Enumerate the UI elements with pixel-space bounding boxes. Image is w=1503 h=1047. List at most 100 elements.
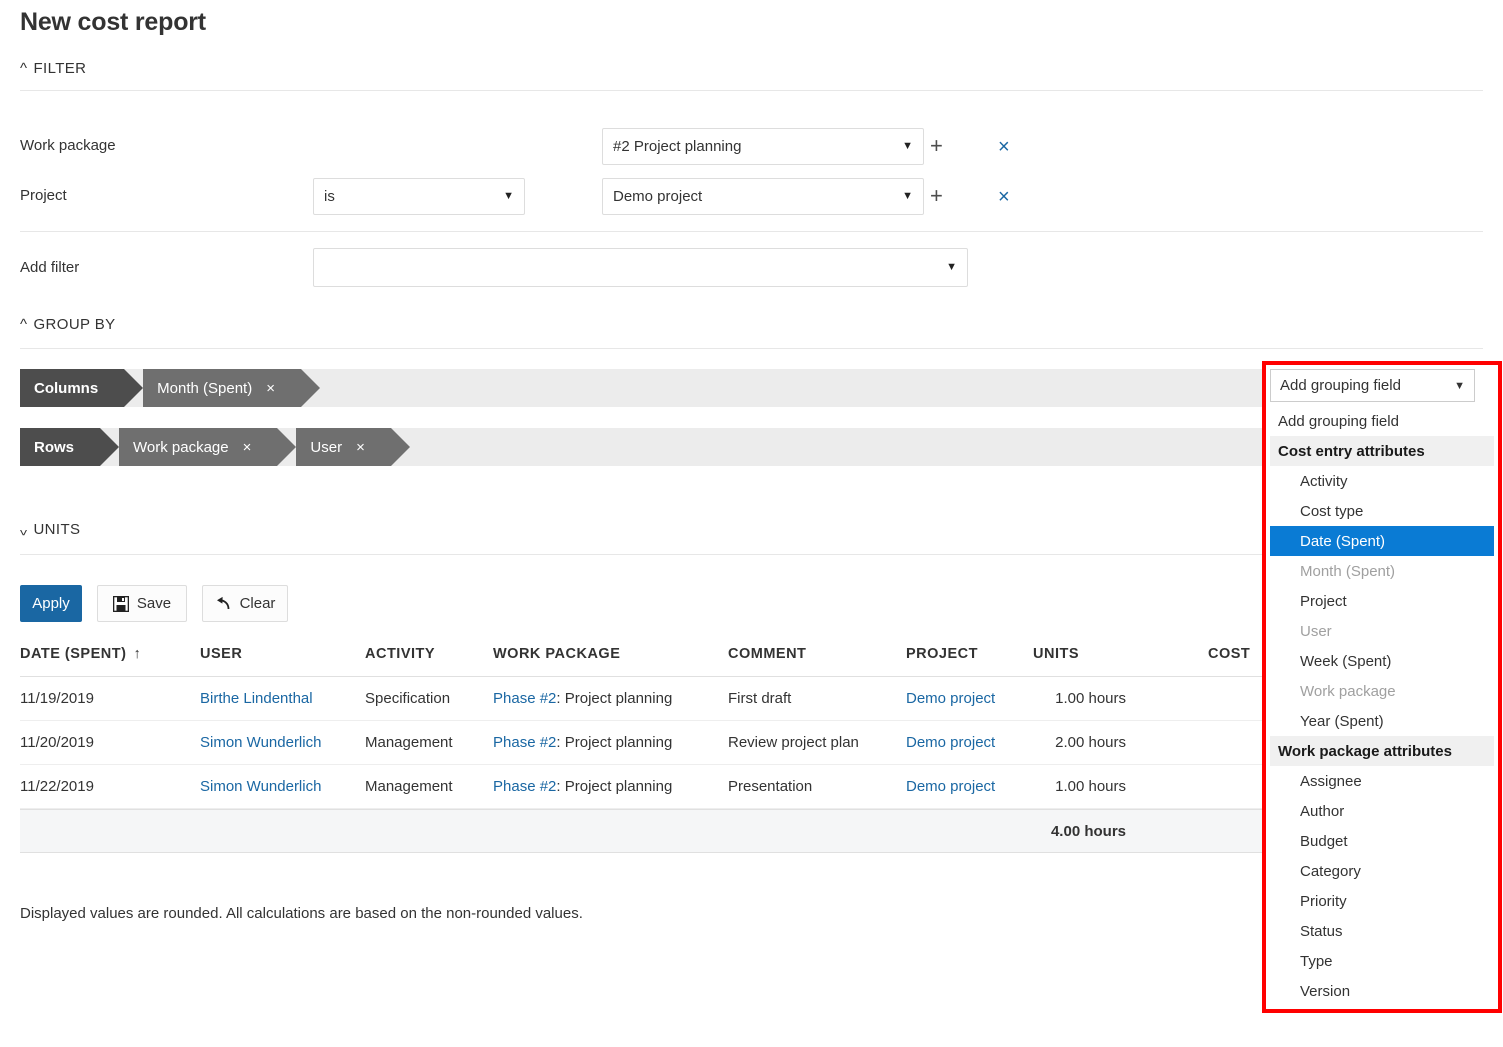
dropdown-item-activity[interactable]: Activity bbox=[1270, 466, 1494, 496]
filter-label-work-package: Work package bbox=[20, 137, 116, 154]
chevron-down-icon: ▼ bbox=[946, 262, 957, 273]
chip-remove-icon[interactable]: × bbox=[266, 380, 275, 397]
user-link[interactable]: Simon Wunderlich bbox=[200, 734, 321, 751]
filter-value-work-package-text: #2 Project planning bbox=[613, 138, 894, 155]
chip-label: Work package bbox=[133, 439, 229, 456]
cell-work-package[interactable]: Phase #2: Project planning bbox=[493, 690, 728, 707]
cell-date: 11/20/2019 bbox=[20, 734, 200, 751]
chevron-down-icon: ▼ bbox=[902, 141, 913, 152]
column-header-date-spent[interactable]: DATE (SPENT)↑ bbox=[20, 646, 200, 662]
chevron-down-icon: ▼ bbox=[902, 191, 913, 202]
rows-label: Rows bbox=[34, 439, 74, 456]
chevron-up-icon: ^ bbox=[20, 317, 27, 332]
dropdown-item-category[interactable]: Category bbox=[1270, 856, 1494, 886]
group-by-rows-label-chip: Rows bbox=[20, 428, 100, 466]
group-by-chip-work-package[interactable]: Work package × bbox=[119, 428, 277, 466]
group-by-columns-label-chip: Columns bbox=[20, 369, 124, 407]
total-units: 4.00 hours bbox=[1033, 823, 1208, 840]
work-package-link[interactable]: Phase #2 bbox=[493, 734, 556, 751]
rounding-footnote: Displayed values are rounded. All calcul… bbox=[20, 905, 583, 922]
dropdown-item-version[interactable]: Version bbox=[1270, 976, 1494, 1005]
add-grouping-field-select[interactable]: Add grouping field ▼ bbox=[1270, 369, 1475, 402]
cell-work-package[interactable]: Phase #2: Project planning bbox=[493, 734, 728, 751]
filter-operator-project[interactable]: is ▼ bbox=[313, 178, 525, 215]
cell-date: 11/22/2019 bbox=[20, 778, 200, 795]
group-by-divider bbox=[20, 348, 1483, 349]
filter-value-work-package[interactable]: #2 Project planning ▼ bbox=[602, 128, 924, 165]
dropdown-group-cost-entry-attributes: Cost entry attributes bbox=[1270, 436, 1494, 466]
chip-remove-icon[interactable]: × bbox=[356, 439, 365, 456]
add-filter-value-button-1[interactable]: + bbox=[930, 135, 943, 157]
dropdown-group-work-package-attributes: Work package attributes bbox=[1270, 736, 1494, 766]
cell-user[interactable]: Simon Wunderlich bbox=[200, 734, 365, 751]
filter-divider bbox=[20, 90, 1483, 91]
filter-operator-project-text: is bbox=[324, 188, 495, 205]
work-package-suffix: : Project planning bbox=[556, 778, 672, 795]
filter-label-project: Project bbox=[20, 187, 67, 204]
chip-label: User bbox=[310, 439, 342, 456]
dropdown-item-budget[interactable]: Budget bbox=[1270, 826, 1494, 856]
dropdown-item-year-spent[interactable]: Year (Spent) bbox=[1270, 706, 1494, 736]
column-header-comment[interactable]: COMMENT bbox=[728, 646, 906, 662]
dropdown-item-project[interactable]: Project bbox=[1270, 586, 1494, 616]
project-link[interactable]: Demo project bbox=[906, 734, 995, 751]
cell-project[interactable]: Demo project bbox=[906, 734, 1033, 751]
add-grouping-field-value: Add grouping field bbox=[1280, 377, 1454, 394]
clear-button[interactable]: Clear bbox=[202, 585, 288, 622]
cell-project[interactable]: Demo project bbox=[906, 778, 1033, 795]
column-header-activity[interactable]: ACTIVITY bbox=[365, 646, 493, 662]
add-grouping-field-callout: Add grouping field ▼ Add grouping field … bbox=[1262, 361, 1502, 1013]
work-package-link[interactable]: Phase #2 bbox=[493, 778, 556, 795]
add-grouping-field-options: Add grouping field Cost entry attributes… bbox=[1270, 406, 1494, 1005]
user-link[interactable]: Birthe Lindenthal bbox=[200, 690, 313, 707]
dropdown-item-user: User bbox=[1270, 616, 1494, 646]
page-title: New cost report bbox=[20, 8, 206, 37]
dropdown-item-add-grouping-field[interactable]: Add grouping field bbox=[1270, 406, 1494, 436]
user-link[interactable]: Simon Wunderlich bbox=[200, 778, 321, 795]
sort-ascending-icon: ↑ bbox=[133, 646, 141, 662]
cell-activity: Management bbox=[365, 734, 493, 751]
work-package-link[interactable]: Phase #2 bbox=[493, 690, 556, 707]
chip-remove-icon[interactable]: × bbox=[243, 439, 252, 456]
save-button[interactable]: Save bbox=[97, 585, 187, 622]
remove-filter-button-1[interactable]: × bbox=[998, 137, 1010, 157]
column-header-units[interactable]: UNITS bbox=[1033, 646, 1208, 662]
chevron-down-icon: ▼ bbox=[1454, 380, 1465, 392]
dropdown-item-type[interactable]: Type bbox=[1270, 946, 1494, 976]
cell-activity: Management bbox=[365, 778, 493, 795]
column-header-project[interactable]: PROJECT bbox=[906, 646, 1033, 662]
cell-user[interactable]: Birthe Lindenthal bbox=[200, 690, 365, 707]
group-by-section-header[interactable]: ^ GROUP BY bbox=[20, 316, 116, 333]
add-filter-select[interactable]: ▼ bbox=[313, 248, 968, 287]
dropdown-item-date-spent[interactable]: Date (Spent) bbox=[1270, 526, 1494, 556]
project-link[interactable]: Demo project bbox=[906, 778, 995, 795]
filter-section-header[interactable]: ^ FILTER bbox=[20, 60, 86, 77]
apply-button[interactable]: Apply bbox=[20, 585, 82, 622]
dropdown-item-priority[interactable]: Priority bbox=[1270, 886, 1494, 916]
cell-units: 1.00 hours bbox=[1033, 690, 1208, 707]
floppy-disk-icon bbox=[113, 596, 129, 612]
group-by-chip-month-spent[interactable]: Month (Spent) × bbox=[143, 369, 301, 407]
chevron-up-icon: ^ bbox=[20, 61, 27, 76]
column-header-work-package[interactable]: WORK PACKAGE bbox=[493, 646, 728, 662]
units-section-header[interactable]: ^ UNITS bbox=[20, 521, 80, 538]
cell-project[interactable]: Demo project bbox=[906, 690, 1033, 707]
cell-user[interactable]: Simon Wunderlich bbox=[200, 778, 365, 795]
dropdown-item-cost-type[interactable]: Cost type bbox=[1270, 496, 1494, 526]
add-filter-value-button-2[interactable]: + bbox=[930, 185, 943, 207]
cell-units: 1.00 hours bbox=[1033, 778, 1208, 795]
save-button-label: Save bbox=[137, 595, 171, 612]
dropdown-item-status[interactable]: Status bbox=[1270, 916, 1494, 946]
add-filter-label: Add filter bbox=[20, 259, 79, 276]
cell-work-package[interactable]: Phase #2: Project planning bbox=[493, 778, 728, 795]
dropdown-item-assignee[interactable]: Assignee bbox=[1270, 766, 1494, 796]
group-by-chip-user[interactable]: User × bbox=[296, 428, 390, 466]
dropdown-item-week-spent[interactable]: Week (Spent) bbox=[1270, 646, 1494, 676]
remove-filter-button-2[interactable]: × bbox=[998, 187, 1010, 207]
dropdown-item-author[interactable]: Author bbox=[1270, 796, 1494, 826]
apply-button-label: Apply bbox=[32, 595, 70, 612]
project-link[interactable]: Demo project bbox=[906, 690, 995, 707]
filter-value-project[interactable]: Demo project ▼ bbox=[602, 178, 924, 215]
column-header-user[interactable]: USER bbox=[200, 646, 365, 662]
cell-units: 2.00 hours bbox=[1033, 734, 1208, 751]
